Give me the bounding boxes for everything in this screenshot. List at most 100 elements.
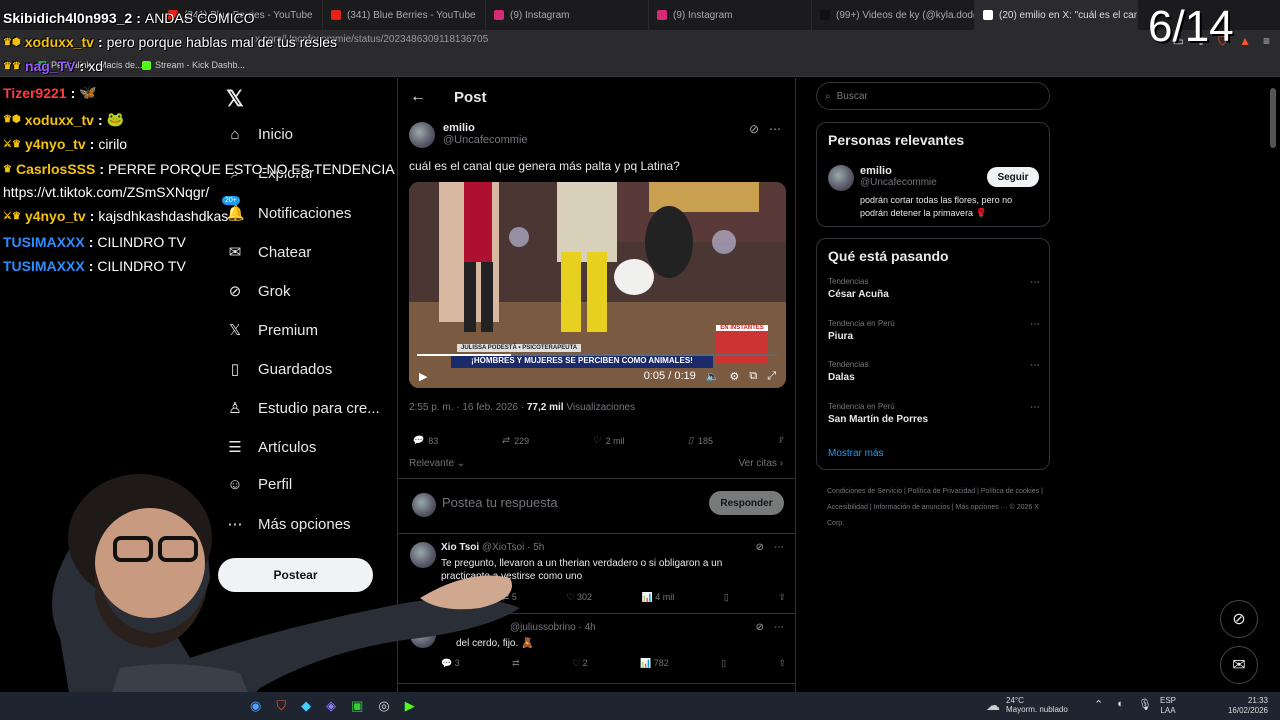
more-options-icon[interactable]: ⋯ [774, 542, 784, 553]
clock[interactable]: 21:33 16/02/2026 [1224, 696, 1268, 716]
nav-item-artículos[interactable]: ☰ Artículos [226, 438, 316, 457]
person-name[interactable]: emilio [860, 165, 937, 177]
cloud-icon: ☁ [986, 696, 1000, 713]
nav-item-chatear[interactable]: ✉ Chatear [226, 243, 312, 262]
footer-links[interactable]: Condiciones de Servicio | Política de Pr… [827, 484, 1047, 532]
app-icon[interactable]: ◉ [250, 698, 261, 714]
share-action[interactable]: ⇪ [776, 435, 784, 446]
bookmark-icon[interactable]: ▯ [721, 658, 726, 669]
trend-item[interactable]: Tendencias Dalas ⋯ [828, 360, 1040, 383]
avatar[interactable] [828, 165, 854, 191]
fullscreen-icon[interactable]: ⤢ [767, 370, 776, 383]
chat-message: Skibidich4l0n993_2: ANDAS COMICO [3, 10, 255, 26]
volume-icon[interactable]: 🔈 [706, 370, 720, 383]
grok-icon[interactable]: ⊘ [756, 622, 764, 633]
more-options-icon[interactable]: ⋯ [769, 122, 781, 136]
weather-widget[interactable]: ☁ 24°C Mayorm. nublado [986, 696, 1068, 714]
share-icon[interactable]: ⇪ [778, 592, 786, 603]
chat-username: TUSIMAXXX [3, 234, 85, 250]
author-name[interactable]: emilio [443, 122, 528, 134]
grok-icon[interactable]: ⊘ [1220, 600, 1258, 638]
chat-text: ANDAS COMICO [144, 10, 255, 26]
trend-item[interactable]: Tendencias César Acuña ⋯ [828, 277, 1040, 300]
grok-icon[interactable]: ⊘ [756, 542, 764, 553]
obs-icon[interactable]: ◎ [378, 698, 389, 714]
nav-icon: ☰ [228, 439, 242, 456]
nav-item-guardados[interactable]: ▯ Guardados [226, 360, 332, 379]
settings-icon[interactable]: ⚙ [729, 370, 739, 383]
browser-tab[interactable]: (9) Instagram [486, 0, 649, 30]
heart-icon[interactable]: ♡ 302 [566, 592, 592, 603]
kick-icon[interactable]: ▶ [405, 698, 415, 714]
search-icon: ⌕ [825, 90, 831, 102]
more-options-icon[interactable]: ⋯ [1030, 402, 1040, 413]
video-progress-track[interactable] [417, 354, 778, 356]
chat-message: Tizer9221: 🦋 [3, 84, 97, 101]
nav-item-premium[interactable]: 𝕏 Premium [226, 321, 318, 340]
browser-tab[interactable]: (9) Instagram [649, 0, 812, 30]
nav-item-estudio-para-cre[interactable]: ♙ Estudio para cre... [226, 399, 379, 418]
nav-icon: ⊘ [228, 283, 242, 300]
chat-text: kajsdhkashdashdkas [98, 208, 229, 224]
menu-icon[interactable]: ≡ [1263, 34, 1270, 49]
reply-action[interactable]: 💬 83 [412, 435, 438, 446]
trend-item[interactable]: Tendencia en Perú San Martín de Porres ⋯ [828, 402, 1040, 425]
video-controls: ▶ 0:05 / 0:19 🔈 ⚙ ⧉ ⤢ [409, 364, 786, 388]
view-quotes-link[interactable]: Ver citas › [739, 458, 783, 469]
chat-username: Skibidich4l0n993_2 [3, 10, 133, 26]
video-player[interactable]: JULISSA PODESTÁ • PSICOTERAPEUTA ¡HOMBRE… [409, 182, 786, 388]
share-icon[interactable]: ⇪ [778, 658, 786, 669]
bookmark-kick[interactable]: Stream - Kick Dashb... [142, 60, 245, 70]
tab-favicon-icon [657, 10, 667, 20]
show-more-link[interactable]: Mostrar más [828, 448, 884, 459]
person-handle[interactable]: @Uncafecommie [860, 177, 937, 188]
pip-icon[interactable]: ⧉ [749, 370, 757, 383]
search-input[interactable]: ⌕ Buscar [816, 82, 1050, 110]
browser-tab[interactable]: (20) emilio en X: "cuál es el canal✕ [975, 0, 1138, 30]
reply-button[interactable]: Responder [709, 491, 784, 515]
views-icon[interactable]: 📊 4 mil [642, 592, 675, 603]
nav-item-notificaciones[interactable]: 🔔 Notificaciones 20+ [222, 196, 351, 222]
author-handle[interactable]: @Uncafecommie [443, 134, 528, 146]
app-icon[interactable]: ◈ [326, 698, 336, 714]
bookmark-action[interactable]: ▯ 185 [688, 435, 713, 446]
scrollbar[interactable] [1270, 88, 1276, 148]
chevron-up-icon[interactable]: ⌃ [1094, 698, 1103, 711]
rewards-icon[interactable]: ▲ [1239, 34, 1251, 49]
language-indicator[interactable]: ESP LAA [1160, 696, 1176, 716]
badge-icon: ♛⬢ [3, 36, 21, 48]
back-arrow-icon[interactable]: ← [410, 88, 426, 106]
like-action[interactable]: ♡ 2 mil [593, 435, 625, 446]
trend-item[interactable]: Tendencia en Perú Piura ⋯ [828, 319, 1040, 342]
badge-icon: ♛♛ [3, 60, 21, 72]
nav-icon: 𝕏 [228, 322, 242, 339]
brave-icon[interactable]: ⛉ [276, 698, 286, 714]
more-options-icon[interactable]: ⋯ [1030, 360, 1040, 371]
repost-action[interactable]: ⇄ 229 [502, 435, 530, 446]
tweet-actions-top: ⊘ ⋯ [749, 122, 781, 136]
play-icon[interactable]: ▶ [419, 370, 427, 383]
microphone-icon[interactable]: 🎙 [1138, 698, 1152, 711]
messages-icon[interactable]: ✉ [1220, 646, 1258, 684]
avatar[interactable] [409, 122, 435, 148]
heart-icon[interactable]: ♡ 2 [572, 658, 588, 669]
more-options-icon[interactable]: ⋯ [1030, 319, 1040, 330]
views-icon[interactable]: 📊 782 [640, 658, 669, 669]
follow-button[interactable]: Seguir [987, 167, 1039, 187]
chat-message: ♛♛ nag_TV: xd [3, 58, 103, 74]
browser-tab[interactable]: (99+) Videos de ky (@kyla.dodds) co [812, 0, 975, 30]
more-options-icon[interactable]: ⋯ [1030, 277, 1040, 288]
x-logo-icon[interactable]: 𝕏 [226, 86, 244, 112]
browser-tab[interactable]: (341) Blue Berries - YouTube [323, 0, 486, 30]
nav-item-inicio[interactable]: ⌂ Inicio [226, 126, 293, 143]
bookmark-icon[interactable]: ▯ [724, 592, 729, 603]
app-icon[interactable]: ◆ [301, 698, 311, 714]
app-icon[interactable]: ▣ [351, 698, 363, 714]
badge-label: EN INSTANTES [716, 325, 768, 331]
more-options-icon[interactable]: ⋯ [774, 622, 784, 633]
nav-item-grok[interactable]: ⊘ Grok [226, 282, 291, 301]
grok-icon[interactable]: ⊘ [749, 122, 759, 136]
tweet-author[interactable]: emilio @Uncafecommie [409, 122, 528, 148]
tray-app-icon[interactable]: ◐ [1117, 698, 1124, 711]
nav-icon: ♙ [228, 400, 242, 417]
